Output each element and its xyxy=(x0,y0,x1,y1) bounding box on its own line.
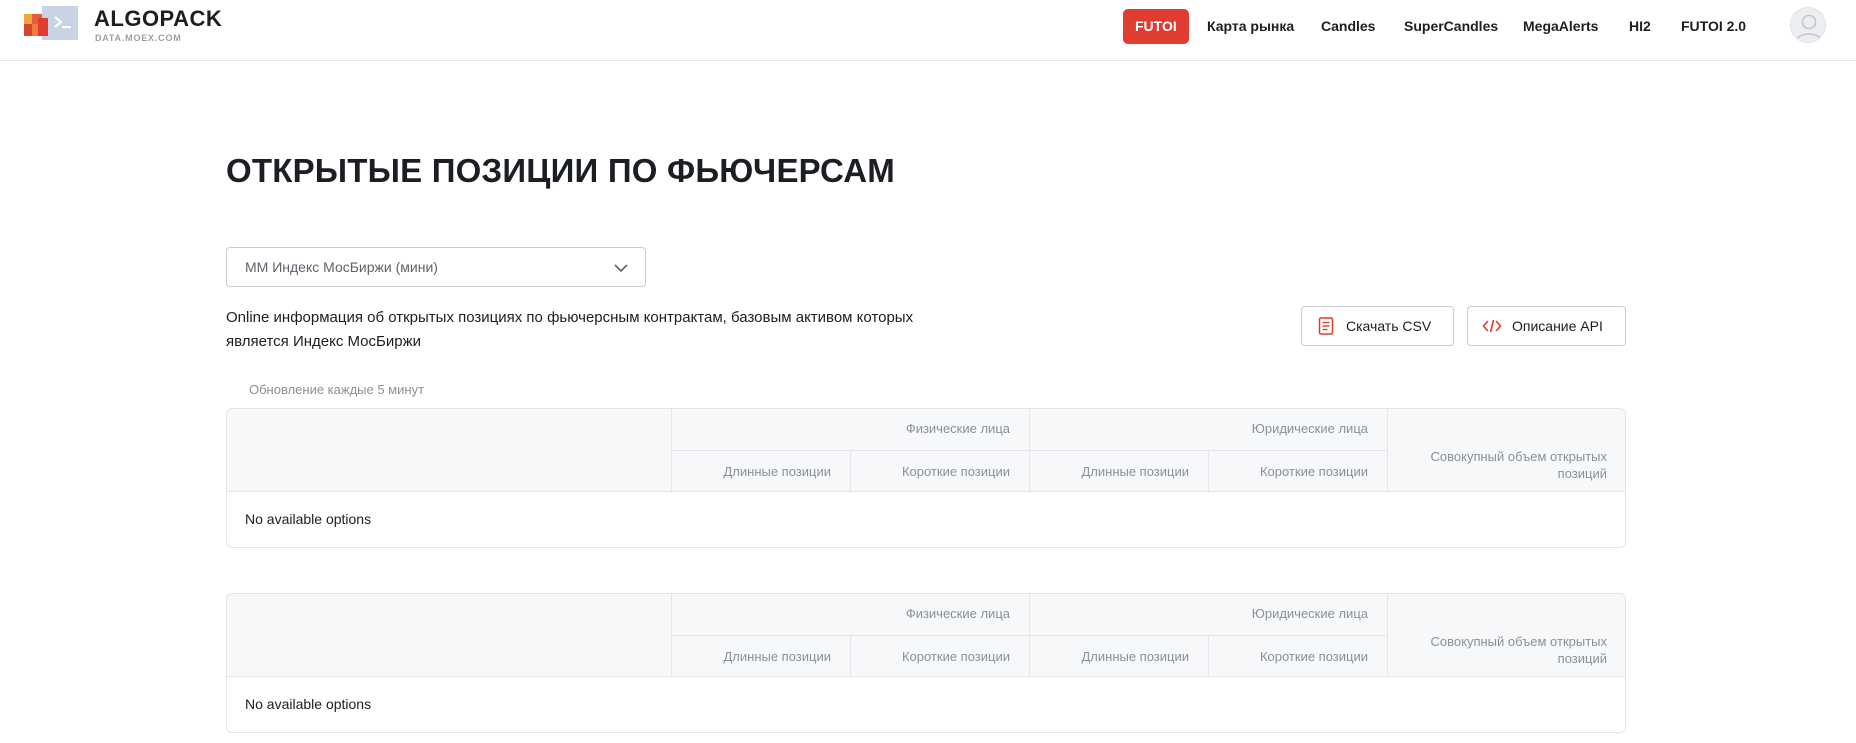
description-line-2: является Индекс МосБиржи xyxy=(226,333,421,350)
empty-message: No available options xyxy=(245,511,372,527)
header-legal-short[interactable]: Короткие позиции xyxy=(1208,464,1368,479)
header-physical: Физические лица xyxy=(905,606,1010,621)
table-header: Физические лица Юридические лица Длинные… xyxy=(227,594,1625,677)
description-line-1: Online информация об открытых позициях п… xyxy=(226,309,914,326)
header-physical: Физические лица xyxy=(905,421,1010,436)
table-header: Физические лица Юридические лица Длинные… xyxy=(227,409,1625,492)
header-legal-long[interactable]: Длинные позиции xyxy=(1029,649,1189,664)
positions-table: Физические лица Юридические лица Длинные… xyxy=(226,408,1626,548)
description: Online информация об открытых позициях п… xyxy=(226,306,986,354)
brand-title[interactable]: ALGOPACK xyxy=(94,6,222,32)
nav-candles[interactable]: Candles xyxy=(1321,9,1375,44)
header-legal-short[interactable]: Короткие позиции xyxy=(1208,649,1368,664)
chevron-down-icon xyxy=(613,260,629,276)
empty-message: No available options xyxy=(245,696,372,712)
header-total-line-2: позиций xyxy=(1557,466,1607,481)
header-total-line-1: Совокупный объем открытых xyxy=(1430,634,1607,649)
header-physical-long[interactable]: Длинные позиции xyxy=(671,649,831,664)
api-description-button[interactable]: Описание API xyxy=(1467,306,1626,346)
update-note: Обновление каждые 5 минут xyxy=(249,382,425,397)
download-csv-label: Скачать CSV xyxy=(1346,318,1432,334)
positions-table: Физические лица Юридические лица Длинные… xyxy=(226,593,1626,733)
brand-subtitle: DATA.MOEX.COM xyxy=(95,33,182,43)
header-total-line-2: позиций xyxy=(1557,651,1607,666)
document-icon xyxy=(1316,316,1336,336)
header-total[interactable]: Совокупный объем открытых позиций xyxy=(1387,633,1607,667)
nav-supercandles[interactable]: SuperCandles xyxy=(1404,9,1498,44)
nav-futoi[interactable]: FUTOI xyxy=(1123,9,1189,44)
header-physical-short[interactable]: Короткие позиции xyxy=(850,464,1010,479)
nav-market-map[interactable]: Карта рынка xyxy=(1207,9,1294,44)
header-physical-long[interactable]: Длинные позиции xyxy=(671,464,831,479)
table-body: No available options xyxy=(227,677,1625,732)
divider xyxy=(671,450,1387,451)
nav-hi2[interactable]: HI2 xyxy=(1629,9,1651,44)
top-header: ALGOPACK DATA.MOEX.COM FUTOI Карта рынка… xyxy=(0,0,1856,61)
header-legal: Юридические лица xyxy=(1251,606,1368,621)
header-legal-long[interactable]: Длинные позиции xyxy=(1029,464,1189,479)
user-avatar-icon[interactable] xyxy=(1790,7,1826,43)
select-value: MM Индекс МосБиржи (мини) xyxy=(245,259,438,275)
table-body: No available options xyxy=(227,492,1625,547)
algopack-logo-icon[interactable] xyxy=(24,4,80,42)
header-total-line-1: Совокупный объем открытых xyxy=(1430,449,1607,464)
api-description-label: Описание API xyxy=(1512,318,1603,334)
header-total[interactable]: Совокупный объем открытых позиций xyxy=(1387,448,1607,482)
page-title: ОТКРЫТЫЕ ПОЗИЦИИ ПО ФЬЮЧЕРСАМ xyxy=(226,152,895,189)
code-icon xyxy=(1482,316,1502,336)
header-physical-short[interactable]: Короткие позиции xyxy=(850,649,1010,664)
nav-futoi-2[interactable]: FUTOI 2.0 xyxy=(1681,9,1746,44)
divider xyxy=(671,635,1387,636)
header-legal: Юридические лица xyxy=(1251,421,1368,436)
instrument-select[interactable]: MM Индекс МосБиржи (мини) xyxy=(226,247,646,287)
nav-megaalerts[interactable]: MegaAlerts xyxy=(1523,9,1598,44)
download-csv-button[interactable]: Скачать CSV xyxy=(1301,306,1454,346)
